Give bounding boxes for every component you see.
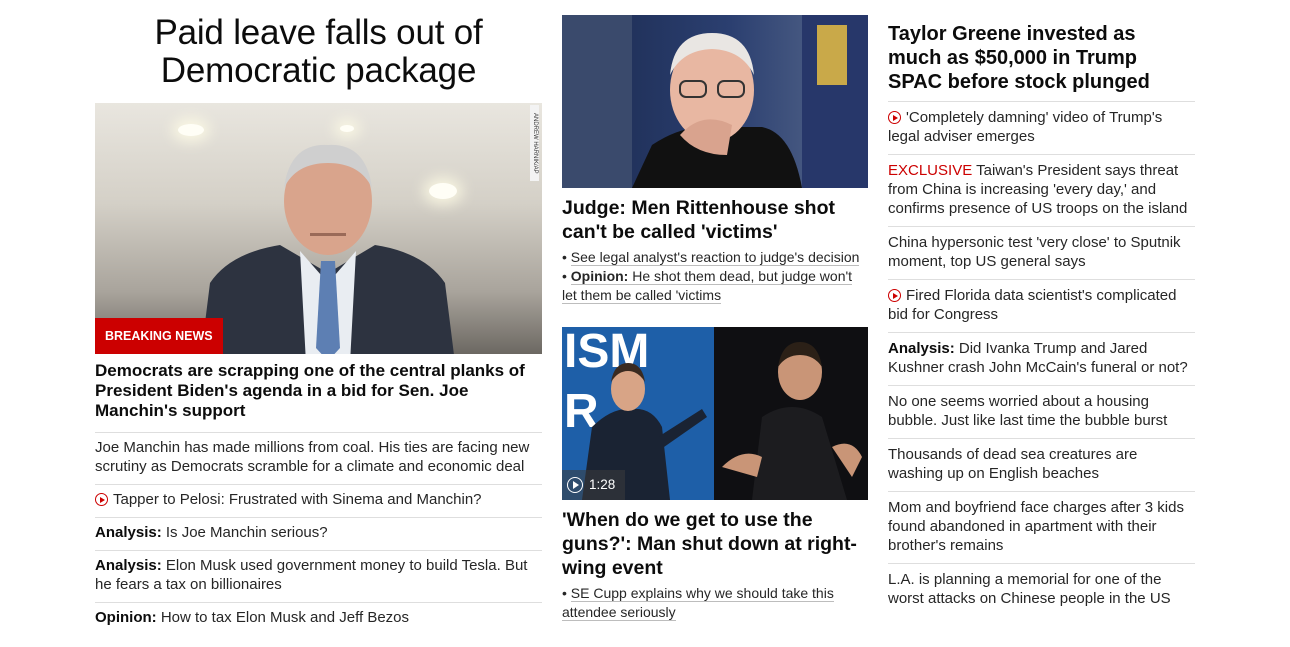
list-item-text: Fired Florida data scientist's complicat… xyxy=(888,287,1177,323)
lead-headline[interactable]: Paid leave falls out of Democratic packa… xyxy=(95,14,542,90)
list-item[interactable]: China hypersonic test 'very close' to Sp… xyxy=(888,226,1195,279)
judge-story-headline[interactable]: Judge: Men Rittenhouse shot can't be cal… xyxy=(562,196,868,244)
exclusive-tag: EXCLUSIVE xyxy=(888,162,973,179)
bullet-prefix: Opinion: xyxy=(570,268,629,284)
bullet-item[interactable]: • See legal analyst's reaction to judge'… xyxy=(562,248,868,267)
video-duration-badge: 1:28 xyxy=(562,470,626,500)
list-item-text: Tapper to Pelosi: Frustrated with Sinema… xyxy=(113,491,482,508)
related-links-list: Joe Manchin has made millions from coal.… xyxy=(95,432,542,635)
video-duration: 1:28 xyxy=(589,477,616,492)
bullet-item[interactable]: • Opinion: He shot them dead, but judge … xyxy=(562,267,868,305)
bullet-link[interactable]: SE Cupp explains why we should take this… xyxy=(562,585,834,621)
judge-story-image[interactable] xyxy=(562,15,868,188)
list-item[interactable]: Mom and boyfriend face charges after 3 k… xyxy=(888,491,1195,563)
headline-list: 'Completely damning' video of Trump's le… xyxy=(888,101,1195,616)
list-item-text: 'Completely damning' video of Trump's le… xyxy=(888,109,1163,145)
list-item[interactable]: L.A. is planning a memorial for one of t… xyxy=(888,563,1195,616)
list-item[interactable]: Fired Florida data scientist's complicat… xyxy=(888,279,1195,332)
list-item[interactable]: Tapper to Pelosi: Frustrated with Sinema… xyxy=(95,484,542,517)
list-item-prefix: Analysis: xyxy=(888,340,955,357)
list-item-text: Joe Manchin has made millions from coal.… xyxy=(95,439,530,475)
bullet-link[interactable]: See legal analyst's reaction to judge's … xyxy=(570,249,860,266)
list-item[interactable]: No one seems worried about a housing bub… xyxy=(888,385,1195,438)
judge-photo xyxy=(562,15,868,188)
video-play-icon xyxy=(567,477,583,493)
person-photo xyxy=(201,144,454,354)
list-item-text: China hypersonic test 'very close' to Sp… xyxy=(888,234,1181,270)
list-item[interactable]: Analysis: Elon Musk used government mone… xyxy=(95,550,542,602)
video-story-bullets: • SE Cupp explains why we should take th… xyxy=(562,584,868,622)
column-headline[interactable]: Taylor Greene invested as much as $50,00… xyxy=(888,22,1188,94)
play-circle-icon xyxy=(95,493,108,506)
list-item-prefix: Analysis: xyxy=(95,557,162,574)
list-item[interactable]: Joe Manchin has made millions from coal.… xyxy=(95,432,542,484)
video-story-image[interactable]: ISM R 1:28 xyxy=(562,327,868,500)
list-item-prefix: Opinion: xyxy=(95,609,157,626)
list-item[interactable]: Opinion: How to tax Elon Musk and Jeff B… xyxy=(95,602,542,635)
list-item-text: No one seems worried about a housing bub… xyxy=(888,393,1168,429)
ceiling-light xyxy=(340,125,354,132)
photo-credit: ANDREW HARNIK/AP xyxy=(530,105,539,181)
list-item-text: Is Joe Manchin serious? xyxy=(161,524,328,541)
list-item[interactable]: 'Completely damning' video of Trump's le… xyxy=(888,101,1195,154)
play-circle-icon xyxy=(888,289,901,302)
lead-story-image[interactable]: ANDREW HARNIK/AP BREAKING NEWS xyxy=(95,103,542,354)
video-story-headline[interactable]: 'When do we get to use the guns?': Man s… xyxy=(562,508,868,580)
play-circle-icon xyxy=(888,111,901,124)
list-item-text: L.A. is planning a memorial for one of t… xyxy=(888,571,1171,607)
list-item[interactable]: Analysis: Is Joe Manchin serious? xyxy=(95,517,542,550)
breaking-news-badge: BREAKING NEWS xyxy=(95,318,223,354)
list-item-text: How to tax Elon Musk and Jeff Bezos xyxy=(156,609,410,626)
lead-story-summary[interactable]: Democrats are scrapping one of the centr… xyxy=(95,361,535,421)
list-item[interactable]: EXCLUSIVE Taiwan's President says threat… xyxy=(888,154,1195,226)
list-item[interactable]: Analysis: Did Ivanka Trump and Jared Kus… xyxy=(888,332,1195,385)
judge-story-bullets: • See legal analyst's reaction to judge'… xyxy=(562,248,868,305)
list-item-text: Thousands of dead sea creatures are wash… xyxy=(888,446,1138,482)
list-item-text: Mom and boyfriend face charges after 3 k… xyxy=(888,499,1184,554)
list-item-prefix: Analysis: xyxy=(95,524,162,541)
bullet-item[interactable]: • SE Cupp explains why we should take th… xyxy=(562,584,868,622)
list-item[interactable]: Thousands of dead sea creatures are wash… xyxy=(888,438,1195,491)
